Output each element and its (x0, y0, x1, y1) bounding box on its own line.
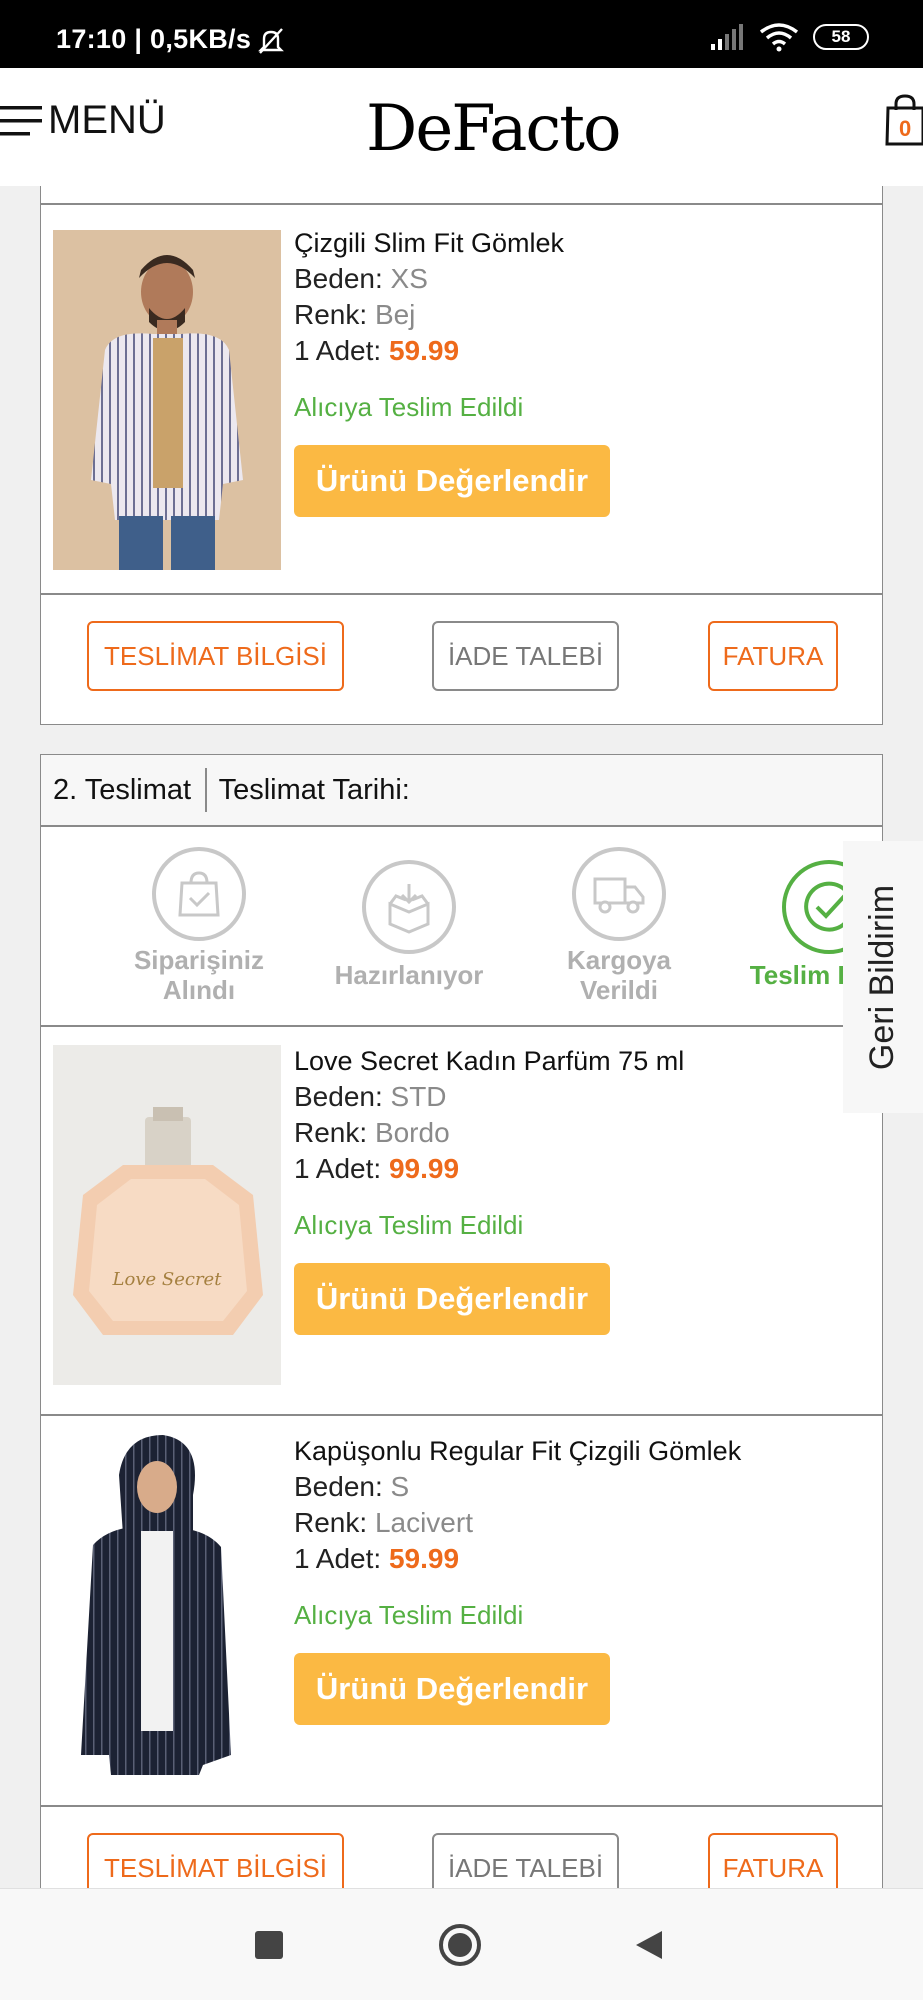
signal-icon (711, 24, 743, 50)
step-shipped: Kargoya Verildi (529, 847, 709, 1005)
product-image[interactable] (53, 230, 281, 570)
product-info: Love Secret Kadın Parfüm 75 ml Beden: ST… (294, 1043, 684, 1335)
size-value: XS (390, 263, 428, 294)
color-row: Renk: Bordo (294, 1115, 684, 1151)
product-image[interactable]: Love Secret (53, 1045, 281, 1385)
product-title[interactable]: Love Secret Kadın Parfüm 75 ml (294, 1043, 684, 1079)
step-preparing: Hazırlanıyor (319, 860, 499, 990)
divider (41, 1025, 882, 1027)
step-label: Hazırlanıyor (319, 960, 499, 990)
color-value: Bordo (374, 1117, 450, 1148)
color-label: Renk: (294, 299, 368, 330)
delivery-info-button[interactable]: TESLİMAT BİLGİSİ (87, 621, 344, 691)
truck-icon (572, 847, 666, 941)
divider (41, 1414, 882, 1416)
delivery-number: 2. Teslimat (53, 773, 192, 806)
delivery-header: 2. Teslimat Teslimat Tarihi: (41, 755, 882, 825)
wifi-icon (759, 23, 799, 52)
product-photo-striped-shirt (53, 230, 281, 570)
delivery-card-2: 2. Teslimat Teslimat Tarihi: Siparişiniz… (40, 754, 908, 1888)
menu-button[interactable]: MENÜ (0, 98, 166, 143)
product-photo-perfume: Love Secret (53, 1045, 281, 1385)
return-request-button[interactable]: İADE TALEBİ (432, 621, 619, 691)
status-bar: 17:10 | 0,5KB/s 58 (0, 0, 923, 68)
product-info: Çizgili Slim Fit Gömlek Beden: XS Renk: … (294, 225, 610, 517)
product-title[interactable]: Çizgili Slim Fit Gömlek (294, 225, 610, 261)
invoice-button[interactable]: FATURA (708, 1833, 838, 1888)
divider (41, 203, 882, 205)
delivery-status: Alıcıya Teslim Edildi (294, 392, 524, 422)
size-value: STD (390, 1081, 447, 1112)
price: 59.99 (388, 1543, 460, 1574)
rate-product-button[interactable]: Ürünü Değerlendir (294, 1263, 610, 1335)
step-label-line1: Siparişiniz (133, 945, 265, 975)
cart-count: 0 (899, 116, 912, 141)
step-order-received: Siparişiniz Alındı (109, 847, 289, 1005)
qty-price-row: 1 Adet: 59.99 (294, 333, 610, 369)
feedback-label: Geri Bildirim (863, 884, 902, 1070)
color-label: Renk: (294, 1117, 368, 1148)
step-label-line2: Alındı (162, 975, 236, 1005)
feedback-tab[interactable]: Geri Bildirim (843, 841, 923, 1113)
divider (41, 825, 882, 827)
hamburger-icon (0, 105, 42, 135)
color-value: Bej (374, 299, 416, 330)
size-value: S (390, 1471, 410, 1502)
delivery-card-1: Çizgili Slim Fit Gömlek Beden: XS Renk: … (40, 186, 883, 725)
product-info: Kapüşonlu Regular Fit Çizgili Gömlek Bed… (294, 1433, 741, 1725)
app-header: MENÜ DeFacto 0 (0, 68, 923, 186)
color-row: Renk: Lacivert (294, 1505, 741, 1541)
step-label: Kargoya Verildi (529, 945, 709, 1005)
divider (41, 1805, 882, 1807)
product-photo-hooded-shirt (53, 1435, 281, 1775)
status-icons: 58 (709, 22, 869, 52)
price: 99.99 (388, 1153, 460, 1184)
qty-label: 1 Adet: (294, 1543, 382, 1574)
cart-button[interactable]: 0 (885, 94, 923, 148)
size-label: Beden: (294, 1471, 383, 1502)
qty-price-row: 1 Adet: 99.99 (294, 1151, 684, 1187)
menu-label: MENÜ (48, 98, 166, 142)
rate-product-button[interactable]: Ürünü Değerlendir (294, 1653, 610, 1725)
box-icon (362, 860, 456, 954)
step-label-line1: Kargoya (566, 945, 672, 975)
delivery-status: Alıcıya Teslim Edildi (294, 1210, 524, 1240)
recents-square-icon[interactable] (255, 1931, 283, 1959)
mute-bell-icon (258, 28, 284, 54)
step-label: Siparişiniz Alındı (109, 945, 289, 1005)
bag-check-icon (152, 847, 246, 941)
color-row: Renk: Bej (294, 297, 610, 333)
delivery-info-button[interactable]: TESLİMAT BİLGİSİ (87, 1833, 344, 1888)
rate-product-button[interactable]: Ürünü Değerlendir (294, 445, 610, 517)
battery-indicator: 58 (813, 24, 869, 50)
return-request-button[interactable]: İADE TALEBİ (432, 1833, 619, 1888)
product-image[interactable] (53, 1435, 281, 1775)
price: 59.99 (388, 335, 460, 366)
order-detail-content[interactable]: Çizgili Slim Fit Gömlek Beden: XS Renk: … (0, 186, 923, 1888)
android-nav-bar (0, 1888, 923, 2000)
home-circle-icon[interactable] (438, 1923, 482, 1967)
defacto-logo[interactable]: DeFacto (366, 92, 621, 166)
step-label-line1: Hazırlanıyor (334, 960, 484, 990)
delivery-date-label: Teslimat Tarihi: (218, 773, 410, 806)
product-title[interactable]: Kapüşonlu Regular Fit Çizgili Gömlek (294, 1433, 741, 1469)
size-row: Beden: XS (294, 261, 610, 297)
size-row: Beden: STD (294, 1079, 684, 1115)
back-triangle-icon[interactable] (634, 1929, 664, 1961)
svg-text:Love Secret: Love Secret (112, 1269, 223, 1290)
qty-price-row: 1 Adet: 59.99 (294, 1541, 741, 1577)
status-time: 17:10 | 0,5KB/s (56, 24, 252, 54)
size-label: Beden: (294, 263, 383, 294)
qty-label: 1 Adet: (294, 1153, 382, 1184)
qty-label: 1 Adet: (294, 335, 382, 366)
color-value: Lacivert (374, 1507, 473, 1538)
invoice-button[interactable]: FATURA (708, 621, 838, 691)
size-row: Beden: S (294, 1469, 741, 1505)
size-label: Beden: (294, 1081, 383, 1112)
divider (41, 593, 882, 595)
delivery-status: Alıcıya Teslim Edildi (294, 1600, 524, 1630)
step-label-line2: Verildi (579, 975, 659, 1005)
color-label: Renk: (294, 1507, 368, 1538)
header-separator (205, 768, 207, 812)
